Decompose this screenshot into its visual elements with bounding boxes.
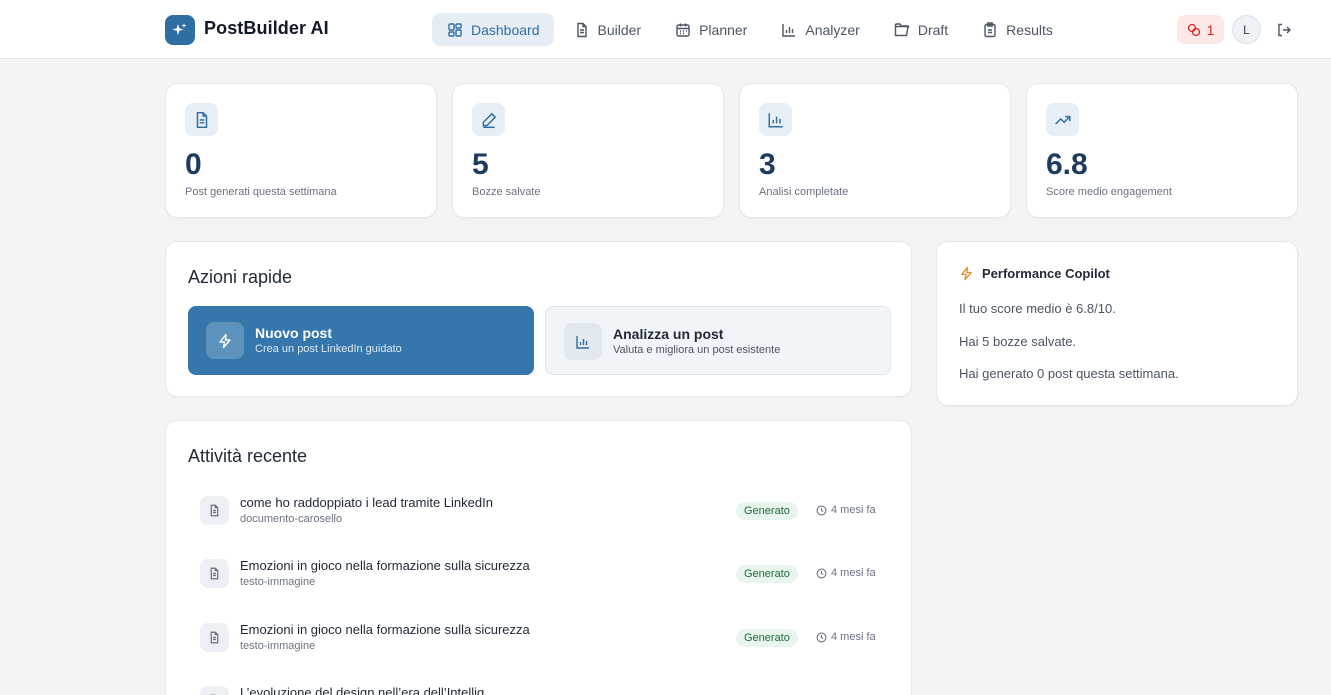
- stat-label: Analisi completate: [759, 186, 849, 198]
- clipboard-icon: [984, 21, 996, 37]
- nav-builder[interactable]: Builder: [559, 13, 656, 46]
- document-icon: [196, 111, 207, 128]
- list-item[interactable]: Emozioni in gioco nella formazione sulla…: [200, 552, 880, 592]
- clock-icon: [816, 505, 827, 515]
- app-logo[interactable]: [165, 15, 195, 45]
- activity-title: L’evoluzione del design nell’era dell’In…: [240, 685, 498, 695]
- nav-analyzer[interactable]: Analyzer: [766, 13, 873, 46]
- stat-icon-box: [759, 103, 792, 136]
- bar-chart-icon: [782, 23, 796, 37]
- copilot-title: Performance Copilot: [982, 266, 1110, 281]
- pencil-icon: [482, 112, 496, 128]
- stat-card-engagement: 6.8 Score medio engagement: [1026, 83, 1298, 218]
- brand-name[interactable]: PostBuilder AI: [204, 18, 329, 39]
- stat-card-posts: 0 Post generati questa settimana: [165, 83, 437, 218]
- recent-activity-card: Attività recente come ho raddoppiato i l…: [165, 420, 912, 695]
- stat-value: 3: [759, 148, 776, 181]
- action-title: Nuovo post: [255, 325, 332, 341]
- document-icon-box: [200, 496, 229, 525]
- trending-up-icon: [1054, 115, 1070, 124]
- quick-actions-title: Azioni rapide: [188, 267, 293, 287]
- analyze-post-button[interactable]: Analizza un post Valuta e migliora un po…: [545, 306, 891, 375]
- nav-draft[interactable]: Draft: [879, 13, 962, 46]
- bolt-icon: [961, 266, 972, 281]
- stat-value: 5: [472, 148, 489, 181]
- top-bar: PostBuilder AI Dashboard Builder Planner…: [0, 0, 1331, 59]
- nav-label: Dashboard: [471, 21, 540, 38]
- copilot-line: Hai generato 0 post questa settimana.: [959, 366, 1179, 381]
- action-subtitle: Valuta e migliora un post esistente: [613, 344, 781, 356]
- activity-type: testo-immagine: [240, 576, 316, 588]
- document-icon: [210, 631, 219, 644]
- stat-card-analyses: 3 Analisi completate: [739, 83, 1011, 218]
- nav-planner[interactable]: Planner: [660, 13, 761, 46]
- nav-label: Draft: [917, 21, 949, 38]
- bar-chart-icon: [768, 112, 783, 127]
- activity-time: 4 mesi fa: [816, 631, 876, 643]
- nav-dashboard[interactable]: Dashboard: [432, 13, 554, 46]
- stat-label: Post generati questa settimana: [185, 186, 337, 198]
- activity-title: Emozioni in gioco nella formazione sulla…: [240, 558, 530, 573]
- stat-icon-box: [472, 103, 505, 136]
- list-item[interactable]: Emozioni in gioco nella formazione sulla…: [200, 616, 880, 656]
- activity-time: 4 mesi fa: [816, 504, 876, 516]
- clock-icon: [816, 568, 827, 578]
- list-item[interactable]: L’evoluzione del design nell’era dell’In…: [200, 679, 880, 695]
- activity-type: documento-carosello: [240, 513, 343, 525]
- quick-actions-card: Azioni rapide Nuovo post Crea un post Li…: [165, 241, 912, 397]
- recent-activity-title: Attività recente: [188, 446, 308, 466]
- dashboard-icon: [448, 22, 462, 37]
- credits-count: 1: [1206, 21, 1215, 38]
- action-icon-box: [206, 322, 244, 359]
- status-badge: Generato: [736, 502, 798, 520]
- folder-icon: [894, 22, 910, 36]
- list-item[interactable]: come ho raddoppiato i lead tramite Linke…: [200, 489, 880, 529]
- copilot-line: Il tuo score medio è 6.8/10.: [959, 301, 1116, 316]
- logout-button[interactable]: [1275, 21, 1293, 39]
- coins-icon: [1187, 23, 1200, 36]
- nav-label: Results: [1006, 21, 1053, 38]
- activity-type: testo-immagine: [240, 640, 316, 652]
- document-icon: [210, 504, 219, 517]
- status-badge: Generato: [736, 629, 798, 647]
- document-icon-box: [200, 559, 229, 588]
- document-icon-box: [200, 686, 229, 695]
- document-icon: [210, 567, 219, 580]
- time-label: 4 mesi fa: [831, 631, 876, 643]
- activity-title: Emozioni in gioco nella formazione sulla…: [240, 622, 530, 637]
- stat-value: 0: [185, 148, 202, 181]
- action-title: Analizza un post: [613, 326, 724, 342]
- nav-label: Analyzer: [805, 21, 860, 38]
- time-label: 4 mesi fa: [831, 504, 876, 516]
- user-avatar[interactable]: L: [1232, 15, 1261, 44]
- stat-label: Score medio engagement: [1046, 186, 1172, 198]
- clock-icon: [816, 632, 827, 642]
- stat-value: 6.8: [1046, 148, 1088, 181]
- status-badge: Generato: [736, 565, 798, 583]
- activity-time: 4 mesi fa: [816, 567, 876, 579]
- stat-icon-box: [185, 103, 218, 136]
- activity-title: come ho raddoppiato i lead tramite Linke…: [240, 495, 493, 510]
- credits-badge[interactable]: 1: [1177, 15, 1224, 44]
- stat-card-drafts: 5 Bozze salvate: [452, 83, 724, 218]
- performance-copilot-card: Performance Copilot Il tuo score medio è…: [936, 241, 1298, 406]
- time-label: 4 mesi fa: [831, 567, 876, 579]
- action-icon-box: [564, 323, 602, 360]
- sparkle-icon: [172, 23, 187, 35]
- stat-label: Bozze salvate: [472, 186, 541, 198]
- copilot-line: Hai 5 bozze salvate.: [959, 334, 1077, 349]
- document-icon-box: [200, 623, 229, 652]
- nav-label: Planner: [699, 21, 748, 38]
- document-icon: [576, 22, 587, 37]
- logout-icon: [1278, 23, 1291, 37]
- new-post-button[interactable]: Nuovo post Crea un post LinkedIn guidato: [188, 306, 534, 375]
- nav-results[interactable]: Results: [967, 13, 1067, 46]
- action-subtitle: Crea un post LinkedIn guidato: [255, 343, 402, 355]
- bar-chart-icon: [576, 335, 589, 349]
- stat-icon-box: [1046, 103, 1079, 136]
- nav-label: Builder: [597, 21, 642, 38]
- calendar-icon: [676, 23, 690, 37]
- bolt-icon: [219, 333, 231, 348]
- main-nav: Dashboard Builder Planner Analyzer Draft…: [432, 13, 1072, 46]
